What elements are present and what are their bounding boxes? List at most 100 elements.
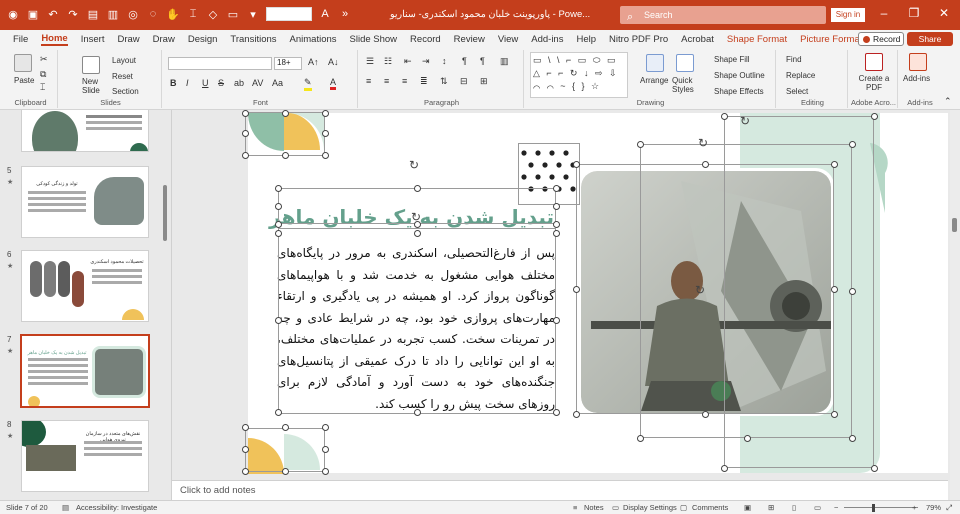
notes-button[interactable]: Notes xyxy=(584,503,604,512)
screenshot-icon[interactable]: ◌ xyxy=(146,7,160,21)
text-box-icon[interactable]: ▭ xyxy=(226,7,240,21)
tab-home[interactable]: Home xyxy=(41,33,68,46)
bold-button[interactable]: B xyxy=(170,78,177,88)
resize-handle[interactable] xyxy=(414,185,421,192)
tab-file[interactable]: File xyxy=(13,34,28,45)
slide-show-icon[interactable]: ▭ xyxy=(814,503,821,512)
resize-handle[interactable] xyxy=(849,288,856,295)
save-icon[interactable]: ▣ xyxy=(26,7,40,21)
display-settings-button[interactable]: Display Settings xyxy=(623,503,677,512)
notes-icon[interactable]: ≡ xyxy=(573,503,577,512)
change-case-button[interactable]: Aa xyxy=(272,78,283,88)
close-icon[interactable]: ✕ xyxy=(934,6,954,20)
sign-in-button[interactable]: Sign in xyxy=(831,8,865,22)
quick-styles-button[interactable]: Quick Styles xyxy=(672,76,700,94)
tab-help[interactable]: Help xyxy=(576,34,596,45)
add-ins-button[interactable]: Add-ins xyxy=(903,74,930,83)
tab-acrobat[interactable]: Acrobat xyxy=(681,34,714,45)
resize-handle[interactable] xyxy=(242,130,249,137)
justify-icon[interactable]: ≣ xyxy=(420,76,428,87)
resize-handle[interactable] xyxy=(573,161,580,168)
tab-add-ins[interactable]: Add-ins xyxy=(531,34,563,45)
highlight-icon[interactable]: ✎ xyxy=(304,77,312,91)
comments-button[interactable]: Comments xyxy=(692,503,728,512)
resize-handle[interactable] xyxy=(242,468,249,475)
replace-button[interactable]: Replace xyxy=(786,71,815,80)
resize-handle[interactable] xyxy=(744,435,751,442)
resize-handle[interactable] xyxy=(721,465,728,472)
resize-handle[interactable] xyxy=(242,152,249,159)
columns-icon[interactable]: ▥ xyxy=(500,56,509,67)
record-icon[interactable]: ◎ xyxy=(126,7,140,21)
thumbnail-slide-7[interactable]: تبدیل شدن به یک خلبان ماهر xyxy=(20,334,150,408)
underline-button[interactable]: U xyxy=(202,78,209,88)
collapse-ribbon-icon[interactable]: ⌃ xyxy=(944,96,952,107)
tab-animations[interactable]: Animations xyxy=(290,34,337,45)
tab-review[interactable]: Review xyxy=(454,34,485,45)
resize-handle[interactable] xyxy=(849,141,856,148)
fit-to-window-icon[interactable]: ⤢ xyxy=(946,503,952,513)
qat-font-box[interactable] xyxy=(266,7,312,21)
scrollbar-thumb[interactable] xyxy=(952,218,957,232)
tab-nitro-pdf[interactable]: Nitro PDF Pro xyxy=(609,34,668,45)
notes-pane[interactable]: Click to add notes xyxy=(172,480,948,500)
numbering-icon[interactable]: ☷ xyxy=(384,56,392,67)
resize-handle[interactable] xyxy=(831,286,838,293)
shape-effects-button[interactable]: Shape Effects xyxy=(714,87,764,96)
resize-handle[interactable] xyxy=(242,446,249,453)
resize-handle[interactable] xyxy=(275,203,282,210)
resize-handle[interactable] xyxy=(282,468,289,475)
thumbnail-slide-6[interactable]: تحصیلات محمود اسکندری xyxy=(21,250,149,322)
resize-handle[interactable] xyxy=(553,185,560,192)
align-text-icon[interactable]: ⊟ xyxy=(460,76,468,87)
resize-handle[interactable] xyxy=(871,113,878,120)
copy-icon[interactable]: ⧉ xyxy=(40,69,46,80)
tab-record[interactable]: Record xyxy=(410,34,441,45)
customize-qat-icon[interactable]: » xyxy=(338,7,352,21)
share-button[interactable]: Share xyxy=(907,32,953,46)
rotate-handle-icon[interactable]: ↻ xyxy=(695,283,705,297)
resize-handle[interactable] xyxy=(637,435,644,442)
reading-view-icon[interactable]: ▯ xyxy=(792,503,796,512)
font-size-combo[interactable]: 18+ xyxy=(274,57,302,70)
text-direction-icon[interactable]: ⇅ xyxy=(440,76,448,87)
resize-handle[interactable] xyxy=(282,152,289,159)
autosave-icon[interactable]: ◉ xyxy=(6,7,20,21)
decrease-indent-icon[interactable]: ⇤ xyxy=(404,56,412,67)
ltr-icon[interactable]: ¶ xyxy=(462,56,467,66)
resize-handle[interactable] xyxy=(275,221,282,228)
shadow-button[interactable]: ab xyxy=(234,78,244,88)
shapes-icon[interactable]: ◇ xyxy=(206,7,220,21)
zoom-slider[interactable] xyxy=(844,507,918,508)
resize-handle[interactable] xyxy=(831,411,838,418)
resize-handle[interactable] xyxy=(282,424,289,431)
qat-more-icon[interactable]: ▾ xyxy=(246,7,260,21)
italic-button[interactable]: I xyxy=(186,78,189,88)
align-center-icon[interactable]: ≡ xyxy=(384,76,389,86)
tab-insert[interactable]: Insert xyxy=(81,34,105,45)
resize-handle[interactable] xyxy=(849,435,856,442)
shape-fill-button[interactable]: Shape Fill xyxy=(714,55,750,64)
resize-handle[interactable] xyxy=(275,409,282,416)
strikethrough-button[interactable]: S xyxy=(218,78,224,88)
bullets-icon[interactable]: ☰ xyxy=(366,56,374,67)
spelling-icon[interactable]: ▤ xyxy=(62,503,69,512)
create-pdf-icon[interactable] xyxy=(865,53,883,71)
resize-handle[interactable] xyxy=(573,286,580,293)
present-icon[interactable]: ▥ xyxy=(106,7,120,21)
record-button[interactable]: Record xyxy=(858,32,904,46)
shapes-gallery[interactable]: ▭ \ \ ⌐ ▭ ⬭ ▭ △ ⌐ ⌐ ↻ ↓ ⇨ ⇩ ⌒ ⌒ ~ { } ☆ xyxy=(530,52,628,98)
zoom-level[interactable]: 79% xyxy=(926,503,941,512)
tab-draw[interactable]: Draw xyxy=(117,34,139,45)
resize-handle[interactable] xyxy=(322,468,329,475)
tab-picture-format[interactable]: Picture Format xyxy=(800,34,862,45)
shrink-font-icon[interactable]: A↓ xyxy=(328,57,339,67)
quick-styles-icon[interactable] xyxy=(676,54,694,72)
tab-draw-2[interactable]: Draw xyxy=(153,34,175,45)
resize-handle[interactable] xyxy=(573,411,580,418)
thumbnail-slide-5[interactable]: تولد و زندگی کودکی xyxy=(21,166,149,238)
comments-icon[interactable]: ▢ xyxy=(680,503,687,512)
tab-slide-show[interactable]: Slide Show xyxy=(350,34,398,45)
resize-handle[interactable] xyxy=(871,465,878,472)
zoom-in-icon[interactable]: + xyxy=(912,503,916,512)
